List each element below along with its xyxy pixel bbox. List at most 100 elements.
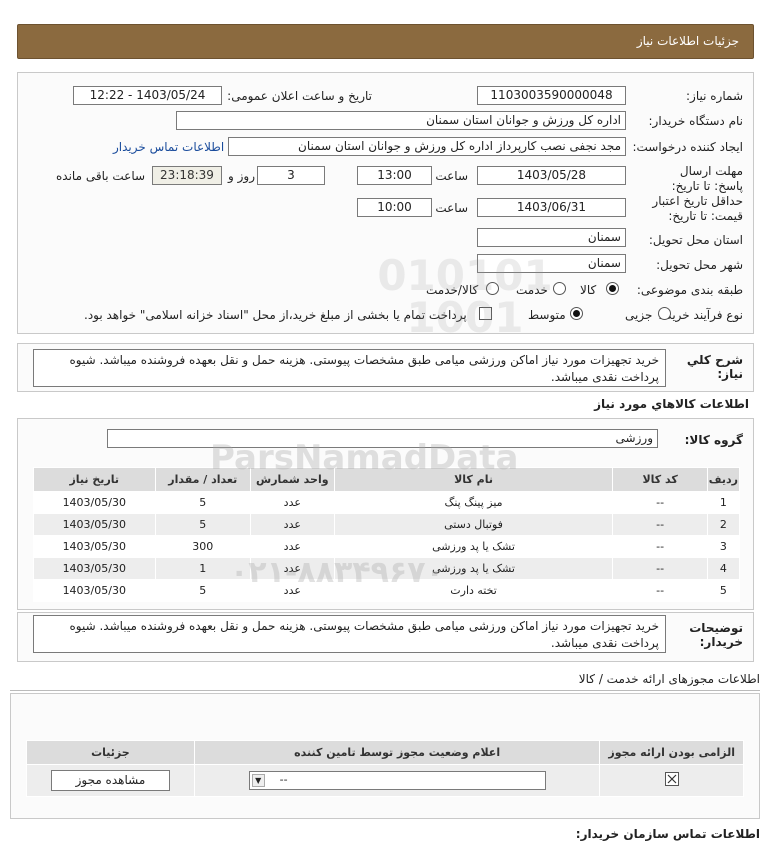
col-permit-details: جزئیات — [26, 740, 195, 765]
process-radio-minor[interactable] — [658, 307, 671, 320]
goods-qty: 1 — [154, 557, 251, 580]
buyer-notes-label: توضیحات خریدار: — [689, 621, 743, 649]
deadline-label: مهلت ارسال پاسخ: تا تاریخ: — [671, 164, 743, 193]
goods-date: 1403/05/30 — [33, 557, 156, 580]
process-radio-medium[interactable] — [570, 307, 583, 320]
permit-status-select[interactable]: -- ▼ — [248, 771, 546, 790]
row-number: 4 — [706, 557, 741, 580]
days-label: روز و — [228, 169, 255, 183]
col-permit-status: اعلام وضعیت مجوز توسط تامین کننده — [193, 740, 601, 765]
row-number: 1 — [706, 491, 741, 514]
goods-code: -- — [612, 579, 708, 602]
buyer-name-field: اداره کل ورزش و جوانان استان سمنان — [176, 111, 626, 130]
goods-code: -- — [612, 491, 708, 514]
goods-name: تخته دارت — [333, 579, 614, 602]
goods-name: تشک یا پد ورزشی — [333, 535, 614, 558]
validity-date-field: 1403/06/31 — [477, 198, 626, 217]
category-option-goods: کالا — [580, 283, 597, 297]
goods-date: 1403/05/30 — [33, 579, 156, 602]
row-number: 3 — [706, 535, 741, 558]
province-label: استان محل تحویل: — [648, 233, 743, 247]
buyer-contact-link[interactable]: اطلاعات تماس خریدار — [113, 140, 224, 154]
goods-date: 1403/05/30 — [33, 535, 156, 558]
deadline-time-field: 13:00 — [357, 166, 432, 185]
announce-datetime-field: 1403/05/24 - 12:22 — [73, 86, 222, 105]
remaining-label: ساعت باقی مانده — [56, 169, 146, 183]
col-code: کد کالا — [612, 467, 708, 492]
goods-code: -- — [612, 557, 708, 580]
goods-unit: عدد — [249, 535, 335, 558]
validity-time-field: 10:00 — [357, 198, 432, 217]
category-label: طبقه بندی موضوعی: — [636, 283, 743, 297]
table-row: -- ▼ مشاهده مجوز — [26, 764, 744, 797]
permits-section-title: اطلاعات مجوزهای ارائه خدمت / کالا — [578, 672, 760, 686]
summary-text: خرید تجهیزات مورد نیاز اماکن ورزشی میامی… — [33, 349, 666, 387]
deadline-time-label: ساعت — [435, 169, 468, 183]
goods-group-label: گروه کالا: — [684, 433, 743, 447]
svg-text:1001: 1001 — [407, 293, 524, 340]
goods-unit: عدد — [249, 491, 335, 514]
col-date: تاریخ نیاز — [33, 467, 156, 492]
col-qty: تعداد / مقدار — [154, 467, 251, 492]
chevron-down-icon[interactable]: ▼ — [251, 774, 265, 787]
summary-label: شرح کلي نياز: — [686, 353, 743, 381]
category-radio-goods[interactable] — [606, 282, 619, 295]
page-title: جزئیات اطلاعات نیاز — [636, 34, 739, 48]
row-number: 2 — [706, 513, 741, 536]
province-field: سمنان — [477, 228, 626, 247]
table-row: 2 -- فوتبال دستی عدد 5 1403/05/30 — [33, 513, 741, 536]
permits-table-header: الزامی بودن ارائه مجوز اعلام وضعیت مجوز … — [26, 740, 744, 765]
table-row: 4 -- تشک یا پد ورزشی عدد 1 1403/05/30 — [33, 557, 741, 580]
creator-label: ایجاد کننده درخواست: — [632, 140, 743, 154]
goods-qty: 300 — [154, 535, 251, 558]
view-permit-button[interactable]: مشاهده مجوز — [50, 770, 170, 791]
table-row: 5 -- تخته دارت عدد 5 1403/05/30 — [33, 579, 741, 602]
goods-section-title: اطلاعات کالاهاي مورد نياز — [594, 397, 749, 411]
table-row: 1 -- میز پینگ پنگ عدد 5 1403/05/30 — [33, 491, 741, 514]
need-number-label: شماره نیاز: — [686, 89, 743, 103]
goods-unit: عدد — [249, 513, 335, 536]
need-number-field: 1103003590000048 — [477, 86, 626, 105]
checked-box-icon — [664, 772, 679, 786]
col-name: نام کالا — [333, 467, 614, 492]
goods-code: -- — [612, 513, 708, 536]
col-permit-required: الزامی بودن ارائه مجوز — [599, 740, 744, 765]
permit-details-cell: مشاهده مجوز — [26, 764, 195, 797]
permit-status-value: -- — [279, 773, 288, 786]
table-row: 3 -- تشک یا پد ورزشی عدد 300 1403/05/30 — [33, 535, 741, 558]
city-label: شهر محل تحویل: — [656, 258, 743, 272]
goods-name: میز پینگ پنگ — [333, 491, 614, 514]
validity-label: حداقل تاریخ اعتبار قیمت: تا تاریخ: — [652, 194, 743, 223]
page-header: جزئیات اطلاعات نیاز — [17, 24, 754, 59]
remaining-time-field: 23:18:39 — [152, 166, 222, 185]
permits-divider — [10, 690, 760, 691]
deadline-date-field: 1403/05/28 — [477, 166, 626, 185]
creator-field: مجد نجفی نصب کارپرداز اداره کل ورزش و جو… — [228, 137, 626, 156]
buyer-label: نام دستگاه خریدار: — [648, 114, 744, 128]
goods-unit: عدد — [249, 557, 335, 580]
process-label: نوع فرآیند خرید : — [658, 308, 743, 322]
goods-date: 1403/05/30 — [33, 513, 156, 536]
goods-date: 1403/05/30 — [33, 491, 156, 514]
row-number: 5 — [706, 579, 741, 602]
goods-table: ردیف کد کالا نام کالا واحد شمارش تعداد /… — [33, 467, 741, 602]
buyer-notes-text: خرید تجهیزات مورد نیاز اماکن ورزشی میامی… — [33, 615, 666, 653]
col-row: ردیف — [706, 467, 741, 492]
goods-name: تشک یا پد ورزشی — [333, 557, 614, 580]
permits-table: الزامی بودن ارائه مجوز اعلام وضعیت مجوز … — [26, 740, 744, 797]
announce-label: تاریخ و ساعت اعلان عمومی: — [227, 89, 372, 103]
goods-unit: عدد — [249, 579, 335, 602]
goods-name: فوتبال دستی — [333, 513, 614, 536]
goods-table-header: ردیف کد کالا نام کالا واحد شمارش تعداد /… — [33, 467, 741, 492]
goods-qty: 5 — [154, 579, 251, 602]
col-unit: واحد شمارش — [249, 467, 335, 492]
buyer-org-contact-title: اطلاعات تماس سازمان خریدار: — [575, 827, 760, 841]
days-field: 3 — [257, 166, 325, 185]
goods-qty: 5 — [154, 513, 251, 536]
goods-group-field: ورزشی — [107, 429, 658, 448]
validity-time-label: ساعت — [435, 201, 468, 215]
goods-qty: 5 — [154, 491, 251, 514]
goods-code: -- — [612, 535, 708, 558]
process-option-minor: جزیی — [625, 308, 653, 322]
permit-status-cell: -- ▼ — [193, 764, 601, 797]
